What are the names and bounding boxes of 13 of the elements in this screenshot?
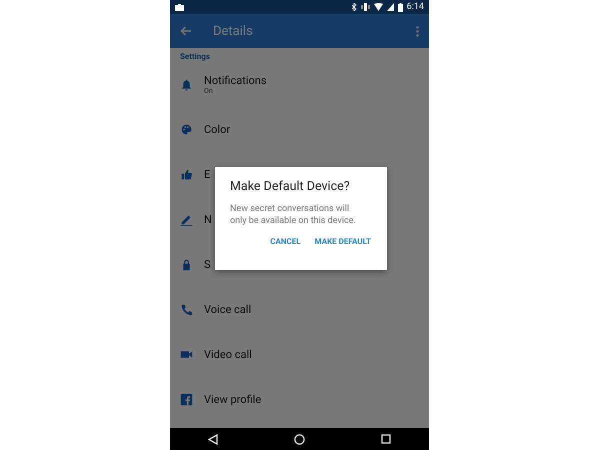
dialog-title: Make Default Device?: [230, 179, 351, 194]
item-label: Voice call: [204, 303, 252, 316]
item-label: E: [204, 168, 210, 181]
item-label: View profile: [204, 393, 262, 406]
item-label: Color: [204, 123, 230, 136]
item-label: Video call: [204, 348, 252, 361]
item-label: Notifications: [204, 74, 267, 87]
item-label: S: [204, 258, 211, 271]
section-header: Settings: [179, 51, 211, 62]
item-label: N: [204, 213, 212, 226]
dialog-message: New secret conversations will only be available on this device.: [230, 203, 357, 227]
status-time: 6:14: [406, 2, 424, 12]
screen-title: Details: [213, 24, 254, 38]
